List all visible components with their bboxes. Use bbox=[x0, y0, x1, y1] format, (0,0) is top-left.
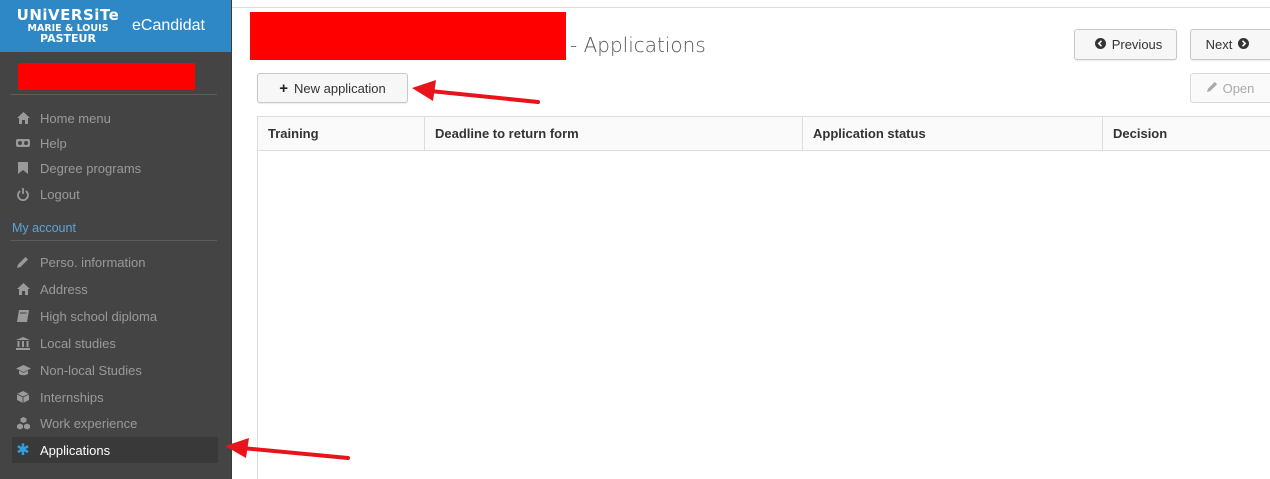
page-title: - Applications bbox=[570, 33, 706, 57]
home-icon bbox=[12, 283, 34, 295]
section-label-my-account: My account bbox=[12, 221, 76, 235]
circle-arrow-left-icon bbox=[1094, 37, 1106, 52]
institution-icon bbox=[12, 336, 34, 350]
annotation-arrow-new-application bbox=[412, 80, 540, 104]
sidebar-item-label: Help bbox=[40, 135, 67, 151]
book-icon bbox=[12, 310, 34, 322]
table-header: Training Deadline to return form Applica… bbox=[258, 117, 1270, 151]
annotation-arrow-applications bbox=[225, 438, 350, 460]
circle-arrow-right-icon bbox=[1238, 37, 1250, 52]
sidebar-item-label: Local studies bbox=[40, 335, 116, 351]
column-header-decision[interactable]: Decision bbox=[1103, 117, 1270, 150]
logo-line-3: PASTEUR bbox=[40, 32, 96, 46]
sidebar-item-address[interactable]: Address bbox=[12, 276, 218, 302]
sidebar-item-label: Applications bbox=[40, 442, 111, 458]
sidebar-divider bbox=[10, 240, 217, 241]
column-header-deadline[interactable]: Deadline to return form bbox=[425, 117, 803, 150]
column-header-application-status[interactable]: Application status bbox=[803, 117, 1103, 150]
sidebar-item-label: Internships bbox=[40, 389, 104, 405]
sidebar-item-label: Non-local Studies bbox=[40, 362, 142, 378]
redacted-user-name bbox=[18, 63, 195, 90]
open-button[interactable]: Open bbox=[1190, 73, 1270, 103]
new-application-button[interactable]: + New application bbox=[257, 73, 408, 103]
sidebar-item-label: Address bbox=[40, 281, 88, 297]
sidebar-item-applications[interactable]: ✱ Applications bbox=[12, 437, 218, 463]
brand-header[interactable]: UNiVERSiTe MARIE & LOUIS PASTEUR eCandid… bbox=[0, 0, 231, 52]
graduation-cap-icon bbox=[12, 364, 34, 376]
next-label: Next bbox=[1205, 37, 1233, 52]
sidebar-item-label: High school diploma bbox=[40, 308, 158, 324]
open-label: Open bbox=[1222, 80, 1255, 96]
asterisk-icon: ✱ bbox=[16, 442, 30, 459]
sidebar-item-label: Perso. information bbox=[40, 254, 146, 270]
bookmark-icon bbox=[12, 162, 34, 174]
cubes-icon bbox=[12, 416, 34, 430]
new-application-label: New application bbox=[293, 80, 386, 96]
home-icon bbox=[12, 112, 34, 124]
sidebar-item-home-menu[interactable]: Home menu bbox=[12, 105, 218, 131]
sidebar-item-internships[interactable]: Internships bbox=[12, 384, 218, 410]
sidebar-item-label: Logout bbox=[40, 186, 80, 202]
next-button[interactable]: Next bbox=[1190, 29, 1270, 60]
sidebar-item-label: Degree programs bbox=[40, 160, 142, 176]
sidebar-item-degree-programs[interactable]: Degree programs bbox=[12, 155, 218, 181]
university-logo: UNiVERSiTe MARIE & LOUIS PASTEUR bbox=[6, 4, 130, 48]
top-border bbox=[232, 0, 1270, 8]
plus-icon: + bbox=[279, 79, 288, 97]
sidebar: UNiVERSiTe MARIE & LOUIS PASTEUR eCandid… bbox=[0, 0, 232, 479]
sidebar-item-label: Work experience bbox=[40, 415, 138, 431]
power-icon bbox=[12, 187, 34, 201]
logo-line-1: UNiVERSiTe bbox=[16, 5, 120, 24]
previous-button[interactable]: Previous bbox=[1074, 29, 1177, 60]
sidebar-item-help[interactable]: Help bbox=[12, 130, 218, 156]
sidebar-item-work-experience[interactable]: Work experience bbox=[12, 410, 218, 436]
sidebar-item-logout[interactable]: Logout bbox=[12, 181, 218, 207]
sidebar-item-non-local-studies[interactable]: Non-local Studies bbox=[12, 357, 218, 383]
applications-table[interactable]: Training Deadline to return form Applica… bbox=[257, 116, 1270, 479]
column-header-training[interactable]: Training bbox=[258, 117, 425, 150]
sidebar-item-high-school-diploma[interactable]: High school diploma bbox=[12, 303, 218, 329]
redacted-candidate-name bbox=[250, 12, 566, 60]
app-name: eCandidat bbox=[132, 17, 205, 34]
sidebar-divider bbox=[10, 94, 217, 95]
pencil-icon bbox=[1206, 81, 1218, 95]
sidebar-item-label: Home menu bbox=[40, 110, 111, 126]
help-icon bbox=[12, 137, 34, 149]
sidebar-item-perso-information[interactable]: Perso. information bbox=[12, 249, 218, 275]
cube-icon bbox=[12, 391, 34, 403]
previous-label: Previous bbox=[1111, 37, 1163, 52]
pencil-icon bbox=[12, 256, 34, 268]
sidebar-item-local-studies[interactable]: Local studies bbox=[12, 330, 218, 356]
